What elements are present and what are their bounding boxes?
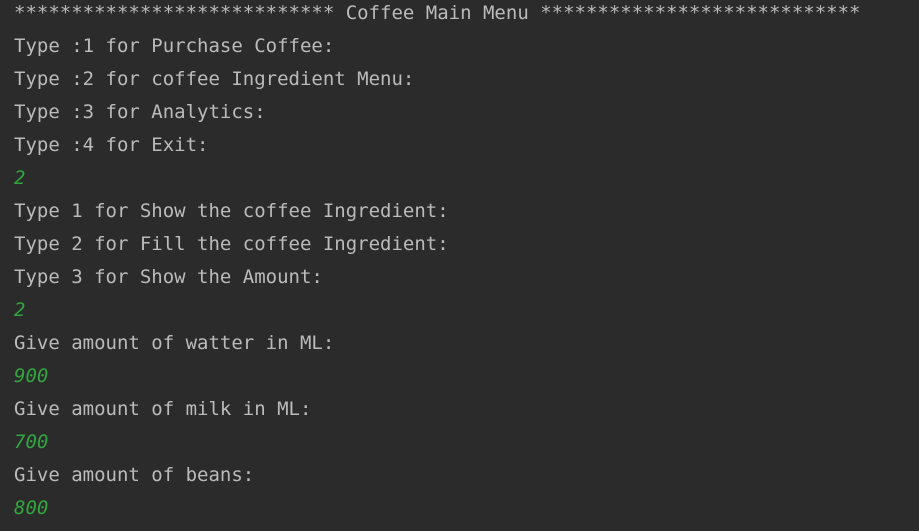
user-input-water: 900 xyxy=(14,365,49,387)
menu-option-purchase: Type :1 for Purchase Coffee: xyxy=(14,35,335,57)
ingredient-option-fill: Type 2 for Fill the coffee Ingredient: xyxy=(14,233,449,255)
main-menu-header: **************************** Coffee Main… xyxy=(14,2,861,24)
menu-option-analytics: Type :3 for Analytics: xyxy=(14,101,266,123)
menu-option-exit: Type :4 for Exit: xyxy=(14,134,209,156)
user-input-main-choice: 2 xyxy=(14,167,26,189)
console-output[interactable]: **************************** Coffee Main… xyxy=(14,0,914,528)
prompt-milk-amount: Give amount of milk in ML: xyxy=(14,398,312,420)
user-input-milk: 700 xyxy=(14,431,49,453)
user-input-beans: 800 xyxy=(14,497,49,519)
prompt-beans-amount: Give amount of beans: xyxy=(14,464,255,486)
prompt-water-amount: Give amount of watter in ML: xyxy=(14,332,335,354)
ingredient-option-amount: Type 3 for Show the Amount: xyxy=(14,266,323,288)
menu-option-ingredient-menu: Type :2 for coffee Ingredient Menu: xyxy=(14,68,415,90)
user-input-ingredient-choice: 2 xyxy=(14,299,26,321)
ingredient-option-show: Type 1 for Show the coffee Ingredient: xyxy=(14,200,449,222)
